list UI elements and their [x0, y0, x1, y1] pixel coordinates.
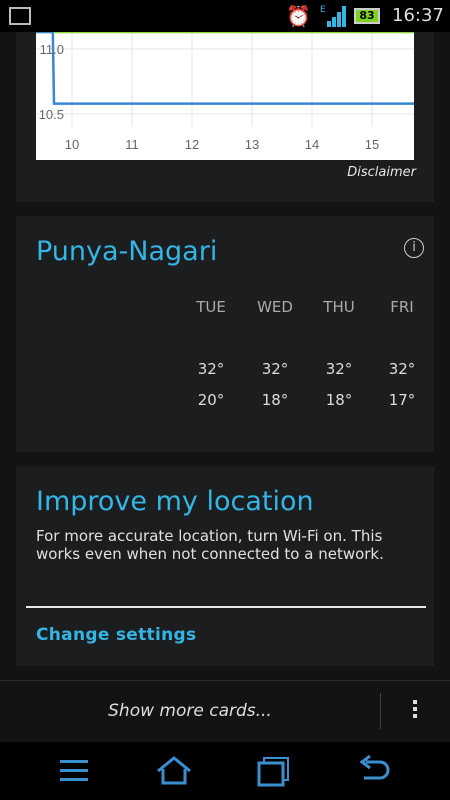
line-chart: 10 11 12 13 14 15 11.0 10.5	[36, 32, 414, 160]
day-name: FRI	[390, 298, 414, 316]
low-temp: 18°	[261, 391, 289, 409]
plot-area	[36, 32, 414, 127]
x-tick-label: 10	[65, 137, 79, 152]
status-bar: ⏰ E 83 16:37	[0, 0, 450, 32]
location-card-description: For more accurate location, turn Wi-Fi o…	[36, 527, 384, 563]
forecast-day: FRI 32° 17°	[377, 298, 427, 409]
battery-icon: 83	[354, 8, 380, 24]
y-tick-label: 10.5	[39, 107, 64, 122]
high-temp: 32°	[197, 360, 225, 378]
weather-city: Punya-Nagari	[36, 236, 218, 267]
x-tick-label: 15	[365, 137, 379, 152]
back-icon[interactable]	[354, 754, 394, 788]
info-icon[interactable]: i	[404, 238, 424, 258]
navigation-bar	[0, 742, 450, 800]
x-axis-area	[36, 127, 414, 160]
x-tick-label: 11	[125, 137, 139, 152]
day-name: WED	[257, 298, 293, 316]
low-temp: 20°	[197, 391, 225, 409]
overflow-menu-icon[interactable]	[408, 697, 422, 727]
y-tick-label: 11.0	[40, 42, 64, 57]
bottom-bar: Show more cards...	[0, 680, 450, 743]
forecast-day: THU 32° 18°	[314, 298, 364, 409]
improve-location-card[interactable]: Improve my location For more accurate lo…	[16, 466, 434, 666]
divider	[380, 693, 381, 729]
stock-chart-card[interactable]: 10 11 12 13 14 15 11.0 10.5 Disclaimer	[16, 32, 434, 202]
disclaimer-link[interactable]: Disclaimer	[347, 165, 416, 180]
high-temp: 32°	[261, 360, 289, 378]
low-temp: 18°	[325, 391, 353, 409]
weather-card[interactable]: Punya-Nagari i TUE 32° 20° WED 32° 18° T…	[16, 216, 434, 452]
svg-text:E: E	[320, 5, 326, 15]
location-card-title: Improve my location	[36, 486, 314, 517]
change-settings-button[interactable]: Change settings	[36, 625, 196, 645]
home-icon[interactable]	[154, 754, 194, 788]
day-name: TUE	[196, 298, 226, 316]
high-temp: 32°	[325, 360, 353, 378]
show-more-cards-button[interactable]: Show more cards...	[0, 701, 380, 721]
alarm-clock-icon: ⏰	[286, 4, 311, 28]
forecast-day: TUE 32° 20°	[186, 298, 236, 409]
x-tick-label: 14	[305, 137, 319, 152]
recent-apps-icon[interactable]	[254, 754, 294, 788]
gallery-notification-icon	[9, 7, 31, 25]
x-tick-label: 13	[245, 137, 259, 152]
high-temp: 32°	[388, 360, 416, 378]
x-tick-label: 12	[185, 137, 199, 152]
signal-strength-icon: E	[320, 5, 346, 27]
low-temp: 17°	[388, 391, 416, 409]
divider	[26, 606, 426, 608]
forecast-day: WED 32° 18°	[250, 298, 300, 409]
status-time: 16:37	[392, 5, 444, 26]
menu-icon[interactable]	[54, 754, 94, 788]
day-name: THU	[323, 298, 355, 316]
